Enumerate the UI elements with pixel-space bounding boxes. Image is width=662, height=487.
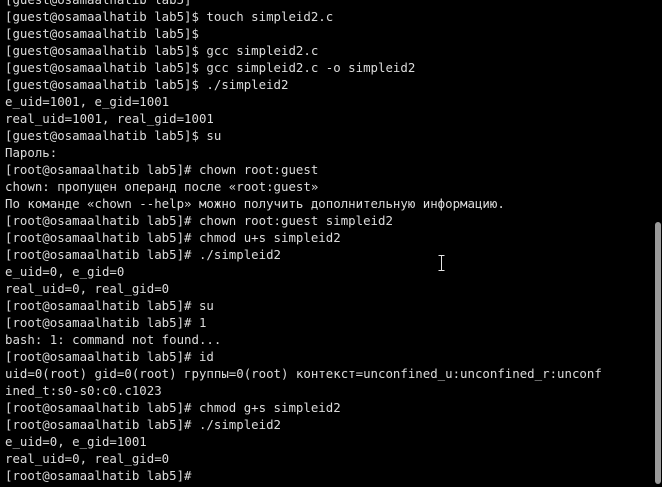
terminal-line: bash: 1: command not found... [5, 332, 222, 347]
terminal-line: chown: пропущен операнд после «root:gues… [5, 179, 319, 194]
terminal-line: [guest@osamaalhatib lab5]$ [5, 26, 199, 41]
terminal-line: [guest@osamaalhatib lab5]$ touch simplei… [5, 9, 334, 24]
terminal-prompt-line[interactable]: [root@osamaalhatib lab5]# [5, 467, 650, 484]
terminal-line: e_uid=0, e_gid=1001 [5, 434, 147, 449]
terminal-line: uid=0(root) gid=0(root) группы=0(root) к… [5, 366, 602, 381]
terminal-line: ined_t:s0-s0:c0.c1023 [5, 383, 162, 398]
terminal-line: [root@osamaalhatib lab5]# chmod g+s simp… [5, 400, 341, 415]
terminal-line: Пароль: [5, 145, 58, 160]
terminal-line: [guest@osamaalhatib lab5]$ ./simpleid2 [5, 77, 289, 92]
terminal-line: [root@osamaalhatib lab5]# ./simpleid2 [5, 247, 282, 262]
terminal-line: [root@osamaalhatib lab5]# ./simpleid2 [5, 417, 282, 432]
terminal-line: [root@osamaalhatib lab5]# chown root:gue… [5, 213, 393, 228]
terminal-cursor [192, 469, 199, 483]
terminal-line: [guest@osamaalhatib lab5]$ gcc simpleid2… [5, 60, 416, 75]
terminal-line: [root@osamaalhatib lab5]# 1 [5, 315, 207, 330]
scrollbar-thumb[interactable] [655, 222, 661, 484]
terminal-prompt: [root@osamaalhatib lab5]# [5, 468, 192, 483]
terminal-window[interactable]: [guest@osamaalhatib lab5] [guest@osamaal… [0, 0, 662, 487]
terminal-line: real_uid=0, real_gid=0 [5, 281, 170, 296]
terminal-line: real_uid=1001, real_gid=1001 [5, 111, 214, 126]
terminal-line: [guest@osamaalhatib lab5] [5, 0, 650, 8]
i-beam-cursor-icon [438, 254, 445, 272]
terminal-line: [root@osamaalhatib lab5]# su [5, 298, 214, 313]
terminal-line: e_uid=1001, e_gid=1001 [5, 94, 170, 109]
terminal-line: [guest@osamaalhatib lab5]$ gcc simpleid2… [5, 43, 319, 58]
terminal-line: По команде «chown --help» можно получить… [5, 196, 505, 211]
terminal-line: [root@osamaalhatib lab5]# id [5, 349, 214, 364]
vertical-scrollbar[interactable] [654, 0, 662, 487]
terminal-line: real_uid=0, real_gid=0 [5, 451, 170, 466]
terminal-line: [guest@osamaalhatib lab5]$ su [5, 128, 222, 143]
terminal-line: e_uid=0, e_gid=0 [5, 264, 125, 279]
terminal-output[interactable]: [guest@osamaalhatib lab5] [guest@osamaal… [5, 0, 650, 484]
terminal-line: [root@osamaalhatib lab5]# chown root:gue… [5, 162, 319, 177]
terminal-line: [root@osamaalhatib lab5]# chmod u+s simp… [5, 230, 341, 245]
